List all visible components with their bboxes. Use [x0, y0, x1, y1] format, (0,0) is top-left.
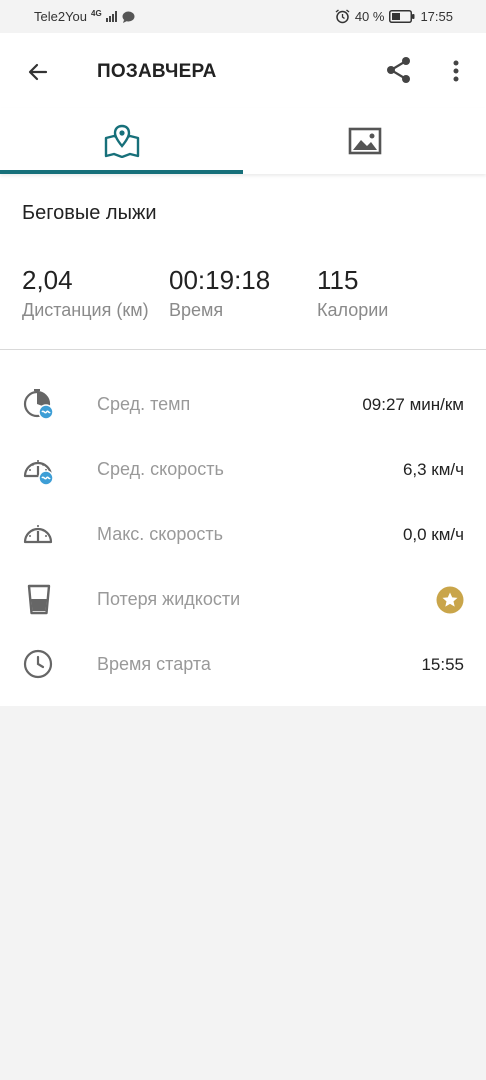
share-icon: [387, 57, 410, 83]
row-value: 15:55: [421, 654, 464, 674]
row-value: 09:27 мин/км: [362, 394, 464, 414]
battery-icon: [389, 10, 415, 23]
network-icon: 4G: [91, 8, 102, 18]
pace-icon: [23, 389, 54, 420]
list-item: Время старта 15:55: [0, 632, 486, 697]
back-button[interactable]: [22, 56, 54, 88]
calories-value: 115: [317, 265, 359, 295]
premium-star-icon[interactable]: [436, 586, 464, 614]
list-item: Сред. темп 09:27 мин/км: [0, 372, 486, 437]
speedometer-avg-icon: [23, 460, 54, 486]
list-item[interactable]: Потеря жидкости: [0, 567, 486, 632]
stats-list: Сред. темп 09:27 мин/км Сред. скорость 6…: [0, 350, 486, 706]
tab-bar: [0, 108, 486, 174]
time-value: 00:19:18: [169, 265, 271, 295]
alarm-icon: [335, 9, 350, 24]
battery-percent: 40 %: [354, 9, 385, 24]
image-icon: [348, 127, 381, 155]
more-options-button[interactable]: [444, 55, 468, 87]
list-item: Макс. скорость 0,0 км/ч: [0, 502, 486, 567]
summary-time: 00:19:18 Время: [169, 265, 270, 321]
speedometer-icon: [23, 525, 53, 544]
map-icon: [104, 124, 139, 158]
summary-distance: 2,04 Дистанция (км): [22, 265, 149, 321]
arrow-back-icon: [28, 63, 48, 81]
more-vert-icon: [453, 60, 459, 82]
activity-details: Беговые лыжи 2,04 Дистанция (км) 00:19:1…: [0, 174, 486, 706]
page-title: ПОЗАВЧЕРА: [97, 61, 217, 82]
row-value: 6,3 км/ч: [402, 459, 464, 479]
row-label: Время старта: [97, 654, 211, 674]
distance-label: Дистанция (км): [22, 300, 149, 320]
list-item: Сред. скорость 6,3 км/ч: [0, 437, 486, 502]
sport-type: Беговые лыжи: [22, 202, 157, 224]
summary-calories: 115 Калории: [317, 265, 388, 321]
tab-map[interactable]: [0, 108, 243, 174]
app-bar: ПОЗАВЧЕРА: [0, 33, 486, 108]
row-label: Сред. скорость: [97, 459, 224, 479]
calories-label: Калории: [317, 300, 389, 320]
time-label: Время: [169, 300, 224, 320]
row-value: 0,0 км/ч: [402, 524, 464, 544]
share-button[interactable]: [384, 55, 414, 90]
signal-icon: [105, 11, 117, 22]
clock-time: 17:55: [420, 9, 453, 24]
summary-panel: 2,04 Дистанция (км) 00:19:18 Время 115 К…: [0, 243, 486, 350]
row-label: Макс. скорость: [97, 524, 224, 544]
row-label: Потеря жидкости: [97, 589, 241, 609]
tab-photos[interactable]: [243, 108, 486, 174]
message-icon: [122, 11, 135, 23]
cup-icon: [27, 584, 51, 615]
row-label: Сред. темп: [97, 394, 191, 414]
distance-value: 2,04: [22, 265, 73, 295]
status-bar: Tele2You 4G 40 % 17:55: [0, 0, 486, 33]
carrier-label: Tele2You: [34, 9, 88, 24]
clock-icon: [23, 649, 53, 679]
